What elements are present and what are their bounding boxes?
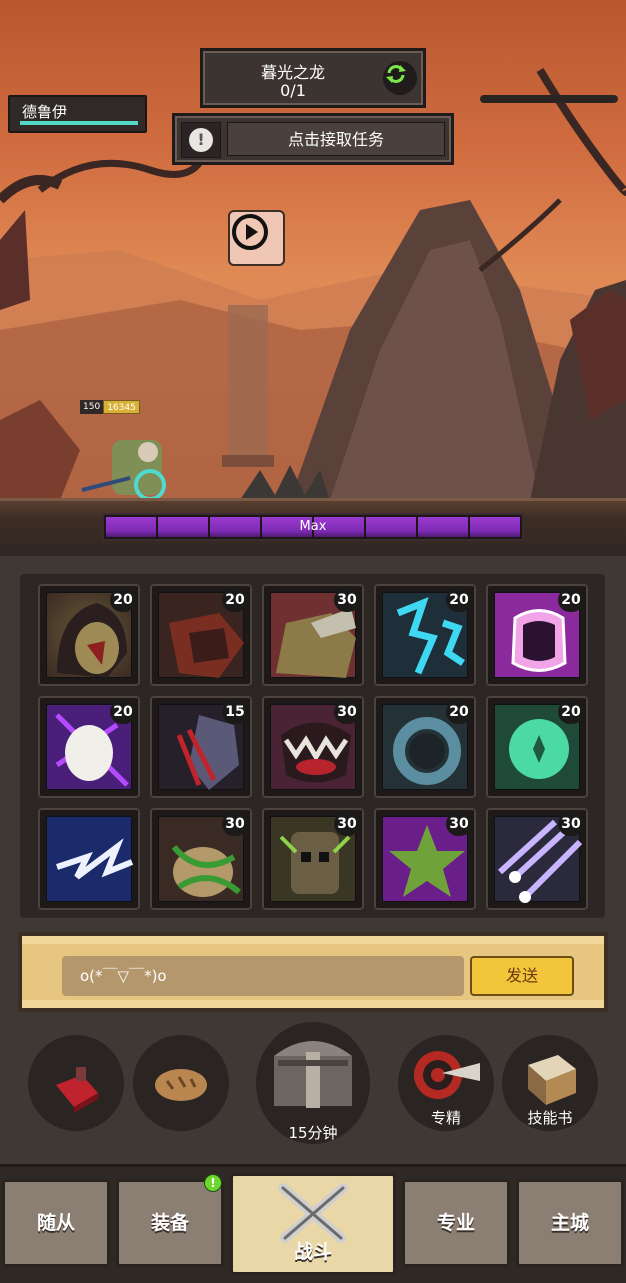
target-bar (480, 95, 618, 103)
player-name: 德鲁伊 (22, 103, 68, 121)
skill-slot[interactable]: 20 (38, 696, 140, 798)
play-button[interactable] (228, 210, 285, 266)
crossed-swords-icon (278, 1183, 348, 1243)
target-icon (414, 1051, 480, 1099)
skill-count: 30 (334, 588, 360, 612)
storm-strike-icon (46, 816, 134, 902)
skill-count: 20 (558, 588, 584, 612)
skillbook-label: 技能书 (527, 1109, 573, 1127)
skill-count: 15 (222, 700, 248, 724)
hero-hp: 16345 (103, 400, 140, 414)
alert-icon: ! (181, 122, 221, 158)
equipment-alert-badge: ! (204, 1174, 222, 1192)
refresh-icon (386, 65, 406, 83)
chest-timer: 15分钟 (288, 1124, 338, 1142)
bread-button[interactable] (133, 1035, 229, 1131)
potion-icon (56, 1067, 98, 1113)
skill-count: 20 (446, 588, 472, 612)
potion-button[interactable] (28, 1035, 124, 1131)
skill-count: 20 (110, 588, 136, 612)
hero-level: 150 (80, 400, 104, 414)
tab-equipment[interactable]: 装备 (116, 1179, 224, 1267)
specialize-label: 专精 (430, 1109, 461, 1127)
boss-progress: 0/1 (280, 81, 306, 100)
alert-icon-glyph: ! (189, 128, 213, 152)
battle-scene: 德鲁伊 暮光之龙 0/1 ! 点击接取任务 150 16345 (0, 0, 626, 505)
quest-panel[interactable]: ! 点击接取任务 (172, 113, 454, 165)
skill-slot[interactable]: 20 (374, 584, 476, 686)
chest-icon (274, 1041, 352, 1108)
tab-profession[interactable]: 专业 (402, 1179, 510, 1267)
skill-slot[interactable]: 30 (262, 696, 364, 798)
skill-slot[interactable]: 15 (150, 696, 252, 798)
bottom-tab-bar: 随从 装备 战斗 专业 主城 (0, 1164, 626, 1283)
chest-button[interactable]: 15分钟 (256, 1022, 370, 1144)
skill-slot[interactable]: 30 (150, 808, 252, 910)
skill-slot[interactable]: 30 (262, 584, 364, 686)
skill-count: 30 (222, 812, 248, 836)
tab-followers[interactable]: 随从 (2, 1179, 110, 1267)
xp-bar: Max (102, 513, 524, 541)
skillbook-button[interactable]: 技能书 (502, 1035, 598, 1131)
play-icon (232, 214, 268, 250)
skill-count: 30 (558, 812, 584, 836)
skill-slot[interactable]: 20 (374, 696, 476, 798)
skill-count: 30 (334, 700, 360, 724)
tab-battle[interactable]: 战斗 (230, 1173, 396, 1275)
chat-input[interactable]: o(*￣▽￣*)o (62, 956, 464, 996)
send-button[interactable]: 发送 (470, 956, 574, 996)
boss-panel: 暮光之龙 0/1 (200, 48, 426, 108)
xp-label: Max (299, 519, 327, 534)
skill-slot[interactable]: 20 (486, 696, 588, 798)
skill-slot[interactable]: 20 (150, 584, 252, 686)
refresh-button[interactable] (383, 61, 417, 95)
accept-quest-button[interactable]: 点击接取任务 (227, 122, 445, 156)
skill-slot[interactable]: 30 (374, 808, 476, 910)
hero-status: 150 16345 (80, 400, 140, 414)
skill-slot[interactable]: 30 (486, 808, 588, 910)
boss-name: 暮光之龙 (260, 63, 325, 82)
tab-main-city[interactable]: 主城 (516, 1179, 624, 1267)
skill-slot[interactable] (38, 808, 140, 910)
skill-count: 20 (446, 700, 472, 724)
player-nameplate: 德鲁伊 (8, 95, 147, 133)
skill-count: 20 (558, 700, 584, 724)
skill-count: 30 (446, 812, 472, 836)
skill-count: 30 (334, 812, 360, 836)
book-icon (528, 1055, 576, 1105)
skill-grid: 20 20 30 20 20 20 15 30 20 20 30 30 30 3… (20, 574, 605, 918)
chat-box: o(*￣▽￣*)o 发送 (18, 932, 608, 1012)
skill-slot[interactable]: 30 (262, 808, 364, 910)
player-hp-bar (20, 121, 138, 125)
skill-count: 20 (110, 700, 136, 724)
specialize-button[interactable]: 专精 (398, 1035, 494, 1131)
skill-count: 20 (222, 588, 248, 612)
tab-battle-label: 战斗 (293, 1241, 332, 1263)
skill-slot[interactable]: 20 (486, 584, 588, 686)
skill-slot[interactable]: 20 (38, 584, 140, 686)
bread-icon (155, 1069, 207, 1101)
